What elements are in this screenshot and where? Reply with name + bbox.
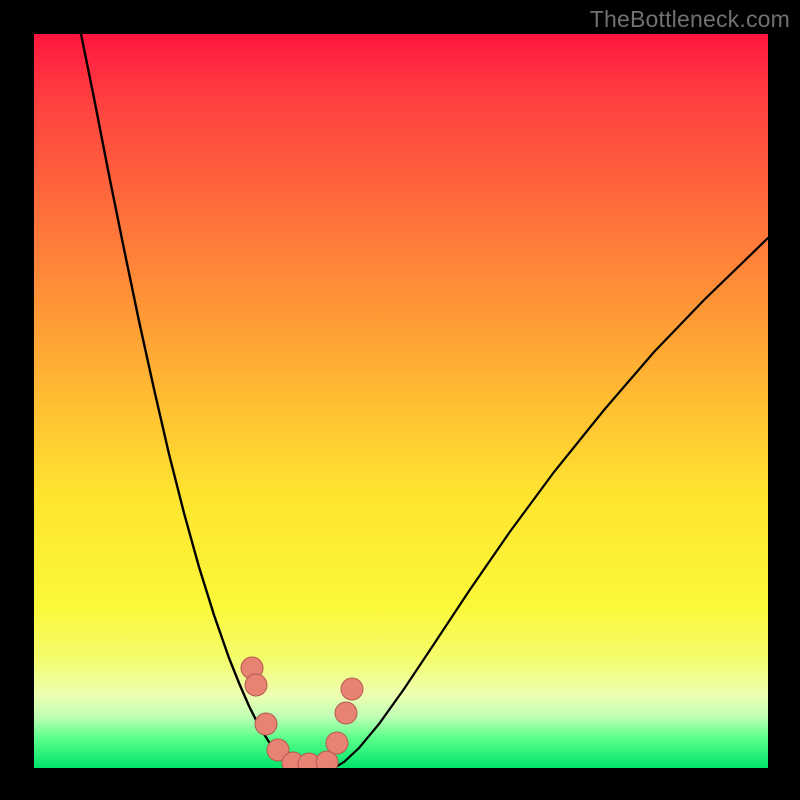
dot-group <box>241 657 363 768</box>
data-point <box>341 678 363 700</box>
data-point <box>335 702 357 724</box>
right-curve <box>334 238 768 768</box>
data-point <box>326 732 348 754</box>
curve-layer <box>34 34 768 768</box>
data-point <box>255 713 277 735</box>
left-curve <box>81 34 299 768</box>
plot-area <box>34 34 768 768</box>
data-point <box>245 674 267 696</box>
watermark-text: TheBottleneck.com <box>590 6 790 33</box>
chart-frame: TheBottleneck.com <box>0 0 800 800</box>
